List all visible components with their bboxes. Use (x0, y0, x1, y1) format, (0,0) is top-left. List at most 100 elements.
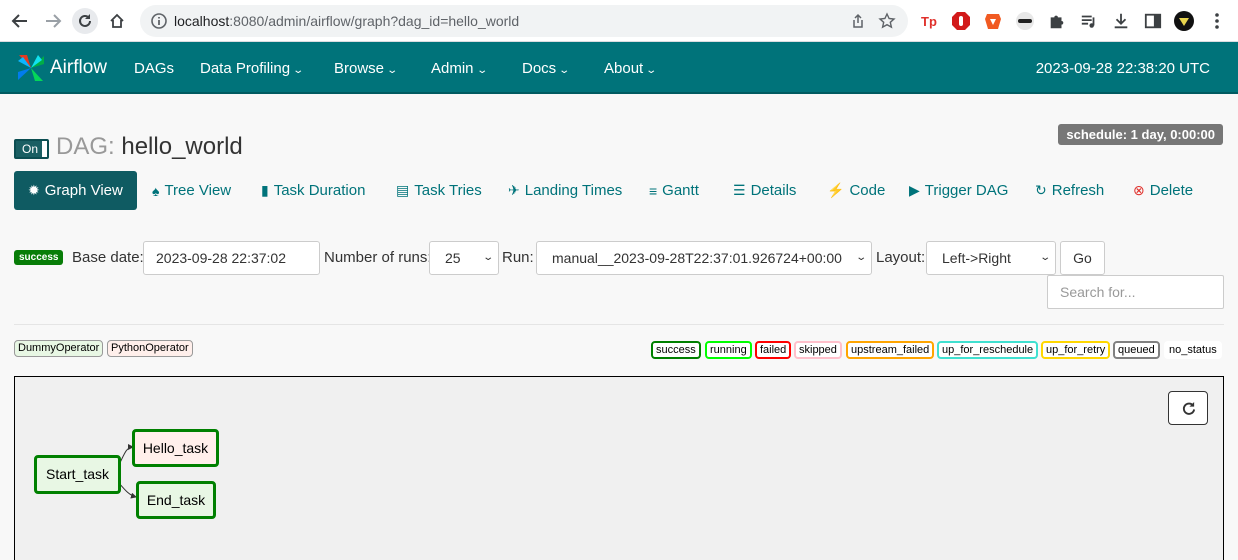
tree-icon: ♠ (152, 182, 160, 199)
tab-label: Delete (1149, 182, 1194, 199)
plane-icon: ✈ (508, 182, 520, 198)
url-host: localhost (174, 13, 230, 29)
layout-value: Left->Right (942, 250, 1011, 266)
num-runs-label: Number of runs: (324, 249, 432, 266)
tab-task-duration[interactable]: ▮ Task Duration (261, 171, 365, 210)
tab-graph-view[interactable]: ✹ Graph View (14, 171, 137, 210)
nav-label: Browse (334, 60, 385, 77)
num-runs-select[interactable]: 25 ⌄ (429, 241, 499, 275)
play-circle-icon: ▶ (909, 182, 920, 198)
num-runs-value: 25 (445, 250, 461, 266)
sidebar-icon[interactable] (1142, 10, 1164, 32)
dag-pause-toggle[interactable]: On (14, 139, 49, 159)
tab-delete[interactable]: ⊗ Delete (1133, 171, 1193, 210)
tab-trigger-dag[interactable]: ▶ Trigger DAG (909, 171, 1008, 210)
chevron-down-icon: ⌄ (854, 252, 867, 263)
tab-label: Tree View (164, 182, 232, 199)
brave-icon[interactable] (982, 10, 1004, 32)
go-button[interactable]: Go (1060, 241, 1105, 275)
nav-about[interactable]: About ⌄ (604, 60, 657, 77)
tab-gantt[interactable]: ≡ Gantt (649, 171, 699, 210)
url-text[interactable]: localhost:8080/admin/airflow/graph?dag_i… (174, 13, 519, 29)
tab-label: Trigger DAG (924, 182, 1009, 199)
files-icon: ▤ (396, 182, 410, 198)
forward-button[interactable] (40, 8, 66, 34)
nav-browse[interactable]: Browse ⌄ (334, 60, 398, 77)
home-icon (110, 13, 124, 28)
forward-arrow-icon (46, 14, 62, 28)
back-button[interactable] (7, 8, 33, 34)
stop-icon[interactable] (950, 10, 972, 32)
task-node-start[interactable]: Start_task (34, 455, 121, 494)
bookmark-star-icon[interactable] (878, 12, 896, 30)
task-node-hello[interactable]: Hello_task (132, 429, 219, 467)
tab-refresh[interactable]: ↻ Refresh (1035, 171, 1104, 210)
refresh-icon: ↻ (1035, 182, 1047, 198)
back-arrow-icon (11, 14, 27, 28)
browser-toolbar: localhost:8080/admin/airflow/graph?dag_i… (0, 0, 1238, 42)
airflow-brand[interactable]: Airflow (14, 50, 107, 86)
tab-task-tries[interactable]: ▤ Task Tries (396, 171, 482, 210)
layout-label: Layout: (876, 249, 926, 266)
queue-icon[interactable] (1078, 10, 1100, 32)
nav-docs[interactable]: Docs ⌄ (522, 60, 571, 77)
schedule-badge: schedule: 1 day, 0:00:00 (1058, 124, 1223, 145)
layout-select[interactable]: Left->Right ⌄ (926, 241, 1056, 275)
run-select[interactable]: manual__2023-09-28T22:37:01.926724+00:00… (536, 241, 872, 275)
tab-label: Code (849, 182, 886, 199)
tab-label: Landing Times (524, 182, 623, 199)
profile-icon[interactable] (1173, 10, 1195, 32)
site-info-icon[interactable] (150, 12, 168, 30)
more-icon[interactable] (1206, 10, 1228, 32)
tab-landing-times[interactable]: ✈ Landing Times (508, 171, 622, 210)
state-legend-item: up_for_retry (1041, 341, 1111, 359)
sun-icon: ✹ (28, 182, 40, 198)
state-legend-item: upstream_failed (846, 341, 935, 359)
nav-dags[interactable]: DAGs (134, 60, 174, 77)
dag-run-state-badge: success (14, 250, 64, 265)
brand-text: Airflow (50, 57, 108, 78)
tab-label: Graph View (44, 182, 123, 199)
refresh-icon (1182, 401, 1195, 415)
divider (14, 324, 1224, 325)
flash-icon: ⚡ (827, 182, 845, 198)
graph-form: success Base date: 2023-09-28 22:37:02 N… (14, 240, 1224, 276)
toggle-label: On (16, 141, 44, 157)
state-legend-item: queued (1113, 341, 1160, 359)
tab-label: Task Duration (273, 182, 366, 199)
run-value: manual__2023-09-28T22:37:01.926724+00:00 (552, 250, 842, 266)
page-title: DAG: hello_world (56, 133, 243, 161)
base-date-input[interactable]: 2023-09-28 22:37:02 (143, 241, 320, 275)
tab-details[interactable]: ☰ Details (733, 171, 796, 210)
puzzle-icon[interactable] (1046, 10, 1068, 32)
state-legend-item: no_status (1164, 341, 1222, 359)
reload-button[interactable] (72, 8, 98, 34)
dag-name: hello_world (121, 133, 243, 160)
chevron-down-icon: ⌄ (558, 65, 571, 76)
task-node-end[interactable]: End_task (136, 481, 216, 519)
graph-refresh-button[interactable] (1168, 391, 1208, 425)
state-legend-item: success (651, 341, 701, 359)
nav-admin[interactable]: Admin ⌄ (431, 60, 488, 77)
nav-label: Admin (431, 60, 474, 77)
graph-edges (118, 444, 137, 499)
tab-code[interactable]: ⚡ Code (827, 171, 885, 210)
incognito-icon[interactable] (1014, 10, 1036, 32)
run-label: Run: (502, 249, 534, 266)
tp-icon[interactable]: Tp (918, 10, 940, 32)
download-icon[interactable] (1110, 10, 1132, 32)
align-left-icon: ≡ (649, 182, 658, 199)
tab-label: Task Tries (414, 182, 482, 199)
tab-label: Details (750, 182, 797, 199)
bar-chart-icon: ▮ (261, 182, 269, 198)
tab-tree-view[interactable]: ♠ Tree View (152, 171, 231, 210)
nav-label: Data Profiling (200, 60, 291, 77)
share-icon[interactable] (850, 13, 866, 29)
home-button[interactable] (104, 8, 130, 34)
search-input[interactable]: Search for... (1047, 275, 1224, 309)
airflow-logo-icon (18, 55, 44, 81)
operator-legend-item: PythonOperator (107, 340, 193, 357)
address-bar[interactable]: localhost:8080/admin/airflow/graph?dag_i… (140, 5, 908, 37)
nav-data-profiling[interactable]: Data Profiling ⌄ (200, 60, 304, 77)
graph-canvas[interactable]: Start_task Hello_task End_task (14, 376, 1224, 560)
